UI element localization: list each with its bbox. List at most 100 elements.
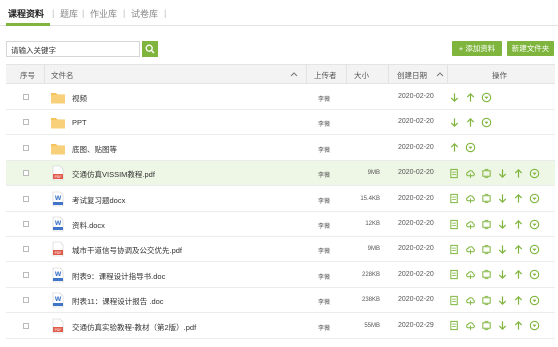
file-name[interactable]: 附表11：课程设计报告 .doc <box>72 296 164 307</box>
row-checkbox[interactable] <box>23 144 29 151</box>
file-name[interactable]: 交通仿真实验教程-教材（第2版）.pdf <box>72 322 196 333</box>
tab-question-bank[interactable]: 题库 <box>60 7 78 20</box>
more-options-icon[interactable] <box>529 244 540 255</box>
file-name[interactable]: 交通仿真VISSIM教程.pdf <box>72 169 155 180</box>
more-options-icon[interactable] <box>529 269 540 280</box>
row-checkbox[interactable] <box>23 297 29 304</box>
view-document-icon[interactable] <box>449 219 460 230</box>
row-checkbox[interactable] <box>23 195 29 202</box>
row-checkbox[interactable] <box>23 221 29 227</box>
row-checkbox[interactable] <box>23 246 29 253</box>
upload-icon[interactable] <box>513 320 524 331</box>
search-input[interactable]: 请输入关键字 <box>6 41 140 57</box>
cloud-icon[interactable] <box>465 219 476 230</box>
tab-course-materials[interactable]: 课程资料 <box>8 7 44 20</box>
table-row[interactable]: PDF 交通仿真实验教程-教材（第2版）.pdf 李薇 55MB 2020-02-29 <box>6 314 555 339</box>
upload-icon[interactable] <box>513 193 524 204</box>
header-uploader[interactable]: 上传者 <box>314 70 337 81</box>
file-name[interactable]: 资料.docx <box>72 220 105 231</box>
upload-icon[interactable] <box>513 269 524 280</box>
tab-exam-library[interactable]: 试卷库 <box>131 7 158 20</box>
new-folder-button[interactable]: 新建文件夹 <box>507 41 554 56</box>
tab-separator: | <box>164 8 167 18</box>
table-row[interactable]: 视频 李薇 2020-02-20 <box>6 85 555 110</box>
file-name[interactable]: 城市干道信号协调及公交优先.pdf <box>72 245 182 256</box>
download-icon[interactable] <box>497 244 508 255</box>
header-filename[interactable]: 文件名 <box>51 70 74 81</box>
header-created-date[interactable]: 创建日期 <box>397 70 427 81</box>
header-size[interactable]: 大小 <box>354 70 369 81</box>
file-name[interactable]: 视频 <box>72 93 87 104</box>
upload-icon[interactable] <box>465 117 476 128</box>
download-icon[interactable] <box>497 193 508 204</box>
file-name[interactable]: 底图、贴图等 <box>72 144 117 155</box>
tab-homework-library[interactable]: 作业库 <box>90 7 117 20</box>
table-row[interactable]: W 附表11：课程设计报告 .doc 李薇 238KB 2020-02-20 <box>6 288 555 314</box>
download-icon[interactable] <box>449 92 460 103</box>
created-date: 2020-02-20 <box>398 93 434 100</box>
download-icon[interactable] <box>497 219 508 230</box>
more-options-icon[interactable] <box>529 193 540 204</box>
copy-icon[interactable] <box>481 244 492 255</box>
view-document-icon[interactable] <box>449 269 460 280</box>
file-name[interactable]: PPT <box>72 118 87 127</box>
upload-icon[interactable] <box>513 244 524 255</box>
view-document-icon[interactable] <box>449 320 460 331</box>
sort-up-icon[interactable] <box>290 71 298 77</box>
file-size: 238KB <box>361 297 380 304</box>
add-material-button[interactable]: + 添加资料 <box>452 41 502 56</box>
row-checkbox[interactable] <box>23 322 29 329</box>
sort-up-icon[interactable] <box>436 71 444 77</box>
row-checkbox[interactable] <box>23 119 29 126</box>
row-checkbox[interactable] <box>23 170 29 177</box>
more-options-icon[interactable] <box>529 168 540 179</box>
table-row[interactable]: W 考试复习题docx 李薇 15.4KB 2020-02-20 <box>6 187 555 212</box>
copy-icon[interactable] <box>481 193 492 204</box>
table-row[interactable]: W 附表9：课程设计指导书.doc 李薇 228KB 2020-02-20 <box>6 263 555 288</box>
view-document-icon[interactable] <box>449 295 460 306</box>
copy-icon[interactable] <box>481 320 492 331</box>
copy-icon[interactable] <box>481 219 492 230</box>
cloud-icon[interactable] <box>465 295 476 306</box>
table-row[interactable]: PDF 城市干道信号协调及公交优先.pdf 李薇 9MB 2020-02-20 <box>6 237 555 263</box>
download-icon[interactable] <box>497 168 508 179</box>
pdf-file-icon: PDF <box>50 165 66 181</box>
svg-text:PDF: PDF <box>54 175 61 179</box>
download-icon[interactable] <box>449 117 460 128</box>
search-button[interactable] <box>142 41 158 57</box>
cloud-icon[interactable] <box>465 168 476 179</box>
copy-icon[interactable] <box>481 168 492 179</box>
cloud-icon[interactable] <box>465 193 476 204</box>
upload-icon[interactable] <box>513 219 524 230</box>
table-row[interactable]: PPT 李薇 2020-02-20 <box>6 110 555 136</box>
table-row[interactable]: 底图、贴图等 李薇 2020-02-20 <box>6 136 555 161</box>
view-document-icon[interactable] <box>449 168 460 179</box>
table-row[interactable]: W 资料.docx 李薇 12KB 2020-02-20 <box>6 212 555 237</box>
more-options-icon[interactable] <box>481 117 492 128</box>
view-document-icon[interactable] <box>449 193 460 204</box>
download-icon[interactable] <box>497 320 508 331</box>
row-checkbox[interactable] <box>23 94 29 100</box>
copy-icon[interactable] <box>481 269 492 280</box>
row-checkbox[interactable] <box>23 271 29 278</box>
upload-icon[interactable] <box>449 142 460 153</box>
upload-icon[interactable] <box>513 295 524 306</box>
more-options-icon[interactable] <box>529 320 540 331</box>
view-document-icon[interactable] <box>449 244 460 255</box>
table-row[interactable]: PDF 交通仿真VISSIM教程.pdf 李薇 9MB 2020-02-20 <box>6 161 555 187</box>
more-options-icon[interactable] <box>465 142 476 153</box>
download-icon[interactable] <box>497 269 508 280</box>
more-options-icon[interactable] <box>529 219 540 230</box>
more-options-icon[interactable] <box>481 92 492 103</box>
file-name[interactable]: 附表9：课程设计指导书.doc <box>72 271 165 282</box>
upload-icon[interactable] <box>465 92 476 103</box>
cloud-icon[interactable] <box>465 269 476 280</box>
cloud-icon[interactable] <box>465 244 476 255</box>
more-options-icon[interactable] <box>529 295 540 306</box>
copy-icon[interactable] <box>481 295 492 306</box>
file-name[interactable]: 考试复习题docx <box>72 195 125 206</box>
cloud-icon[interactable] <box>465 320 476 331</box>
upload-icon[interactable] <box>513 168 524 179</box>
download-icon[interactable] <box>497 295 508 306</box>
row-actions <box>449 91 492 103</box>
